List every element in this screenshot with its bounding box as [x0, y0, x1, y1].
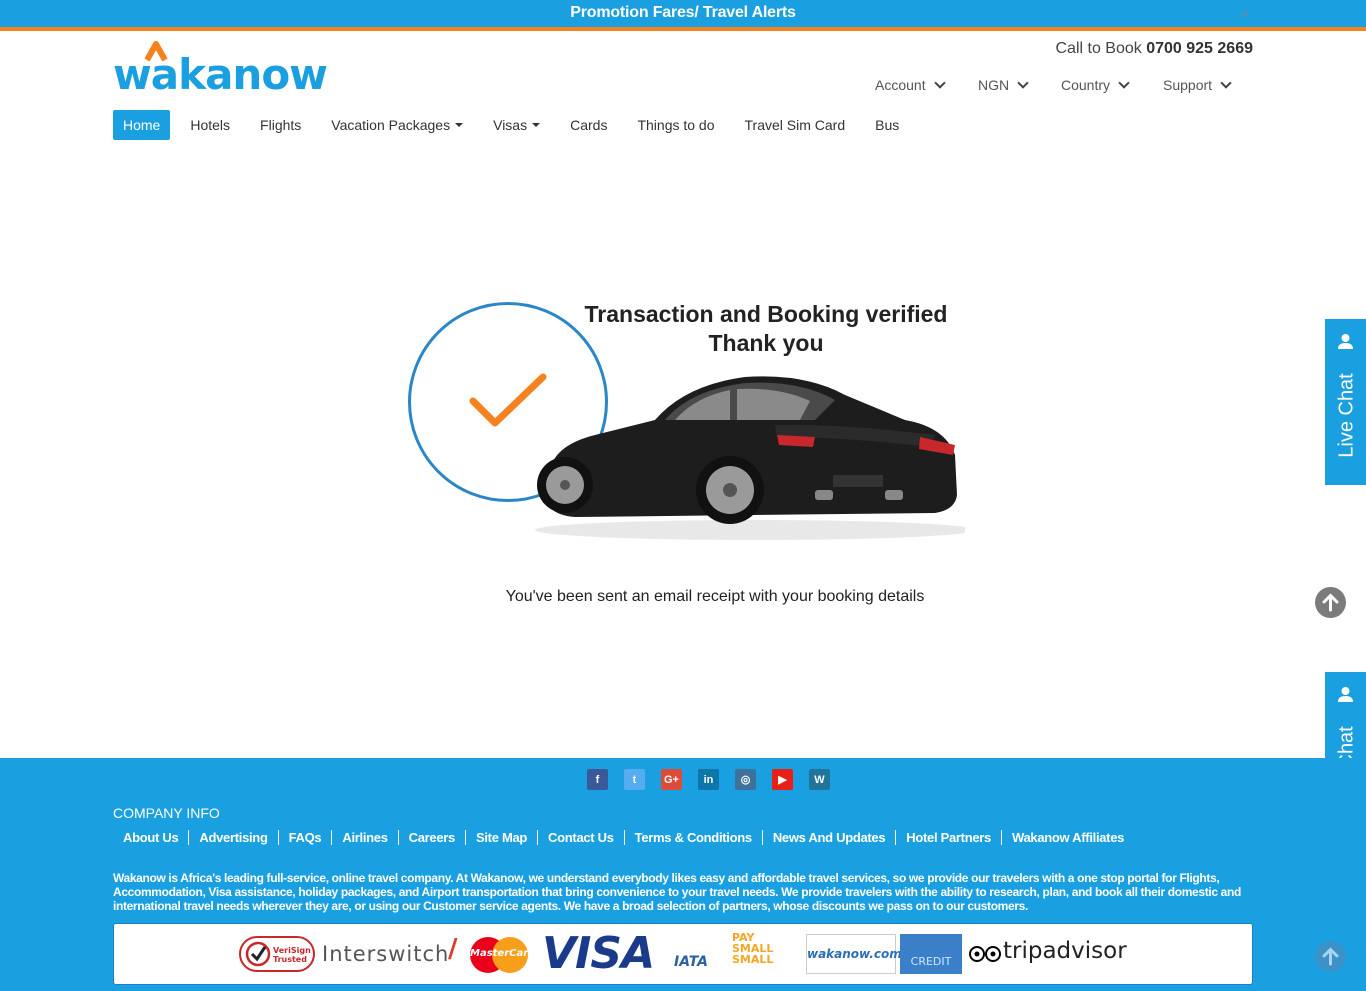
caret-down-icon: [455, 123, 464, 127]
nav-item-hotels[interactable]: Hotels: [180, 110, 240, 140]
footer-link-faqs[interactable]: FAQs: [279, 830, 333, 845]
tripadvisor-owl-icon: [969, 946, 1001, 962]
nav-item-home[interactable]: Home: [113, 110, 171, 140]
partner-logos: VeriSign Trusted Interswitch / MasterCar…: [113, 923, 1253, 985]
instagram-icon[interactable]: ◎: [735, 769, 756, 790]
live-chat-tab[interactable]: Live Chat: [1325, 319, 1366, 485]
verisign-logo: VeriSign Trusted: [239, 936, 315, 972]
country-menu[interactable]: Country: [1061, 76, 1130, 93]
visa-logo: VISA: [542, 928, 655, 979]
live-chat-label: Live Chat: [1335, 373, 1358, 458]
footer-links: About Us Advertising FAQs Airlines Caree…: [113, 830, 1134, 845]
arrow-up-icon: [1322, 947, 1339, 966]
nav-item-flights[interactable]: Flights: [250, 110, 311, 140]
footer-link-advertising[interactable]: Advertising: [189, 830, 279, 845]
nav-item-label: Vacation Packages: [331, 117, 451, 133]
nav-item-bus[interactable]: Bus: [865, 110, 909, 140]
about-text: Wakanow is Africa's leading full-service…: [113, 871, 1241, 913]
promo-bar: Promotion Fares/ Travel Alerts ×: [0, 0, 1366, 27]
nav-item-cards[interactable]: Cards: [560, 110, 617, 140]
google-plus-icon[interactable]: G+: [661, 769, 682, 790]
chevron-down-icon: [1220, 76, 1232, 89]
facebook-icon[interactable]: f: [587, 769, 608, 790]
wakanow-logo[interactable]: wakanow: [113, 40, 328, 99]
footer: f t G+ in ◎ ▶ W COMPANY INFO About Us Ad…: [0, 758, 1366, 991]
car-illustration: [535, 376, 965, 540]
main-nav: Home Hotels Flights Vacation Packages Vi…: [113, 110, 919, 140]
footer-link-hotel-partners[interactable]: Hotel Partners: [896, 830, 1002, 845]
verisign-check-icon: [245, 941, 271, 967]
call-to-book: Call to Book 0700 925 2669: [1056, 40, 1254, 58]
chevron-down-icon: [1017, 76, 1029, 89]
nav-item-things-to-do[interactable]: Things to do: [627, 110, 724, 140]
footer-link-affiliates[interactable]: Wakanow Affiliates: [1002, 830, 1134, 845]
chevron-down-icon: [1118, 76, 1130, 89]
wakanow-com-logo: wakanow.com: [806, 934, 902, 974]
nav-item-vacation-packages[interactable]: Vacation Packages: [321, 110, 473, 140]
nav-item-visas[interactable]: Visas: [483, 110, 550, 140]
footer-link-terms[interactable]: Terms & Conditions: [625, 830, 763, 845]
support-label: Support: [1163, 77, 1213, 93]
arrow-up-icon: [1322, 593, 1339, 612]
interswitch-logo: Interswitch: [322, 942, 450, 966]
currency-menu[interactable]: NGN: [978, 76, 1029, 93]
caret-down-icon: [532, 123, 541, 127]
footer-link-airlines[interactable]: Airlines: [332, 830, 399, 845]
interswitch-slash-icon: /: [448, 934, 458, 964]
footer-link-contact-us[interactable]: Contact Us: [538, 830, 625, 845]
footer-link-about-us[interactable]: About Us: [113, 830, 190, 845]
country-label: Country: [1061, 77, 1111, 93]
wordpress-icon[interactable]: W: [809, 769, 830, 790]
pay-small-small-logo: PAY SMALL SMALL: [732, 931, 774, 966]
title-line-1: Transaction and Booking verified: [584, 301, 948, 327]
support-menu[interactable]: Support: [1163, 76, 1232, 93]
chevron-down-icon: [933, 76, 946, 89]
company-info-title: COMPANY INFO: [113, 805, 220, 821]
promo-link[interactable]: Promotion Fares/ Travel Alerts: [0, 4, 1366, 22]
account-menu[interactable]: Account: [875, 76, 946, 93]
close-icon[interactable]: ×: [1240, 6, 1249, 24]
tripadvisor-logo: tripadvisor: [1003, 938, 1127, 964]
currency-label: NGN: [978, 77, 1010, 93]
mastercard-text: MasterCard: [470, 948, 536, 959]
call-label: Call to Book: [1055, 40, 1142, 57]
user-icon: [1338, 334, 1353, 349]
user-icon: [1338, 687, 1353, 702]
footer-link-site-map[interactable]: Site Map: [466, 830, 539, 845]
linkedin-icon[interactable]: in: [698, 769, 719, 790]
logo-wordmark: wakanow: [113, 50, 328, 99]
nav-item-label: Visas: [493, 117, 528, 133]
footer-link-news[interactable]: News And Updates: [763, 830, 897, 845]
scroll-top-button[interactable]: [1315, 587, 1346, 618]
social-links: f t G+ in ◎ ▶ W: [587, 769, 830, 790]
scroll-top-button[interactable]: [1315, 941, 1346, 972]
iata-logo: IATA: [674, 954, 709, 970]
mastercard-logo: MasterCard: [468, 936, 535, 974]
header-divider: [0, 27, 1366, 31]
youtube-icon[interactable]: ▶: [772, 769, 793, 790]
confirmation-title: Transaction and Booking verified Thank y…: [566, 300, 966, 358]
wakanow-credit-logo: CREDIT: [900, 934, 962, 974]
nav-item-travel-sim-card[interactable]: Travel Sim Card: [735, 110, 856, 140]
footer-link-careers[interactable]: Careers: [399, 830, 466, 845]
title-line-2: Thank you: [708, 330, 824, 356]
receipt-message: You've been sent an email receipt with y…: [505, 588, 925, 605]
twitter-icon[interactable]: t: [624, 769, 645, 790]
phone-number[interactable]: 0700 925 2669: [1146, 40, 1253, 57]
verisign-text: VeriSign Trusted: [273, 946, 311, 964]
account-label: Account: [875, 77, 926, 93]
